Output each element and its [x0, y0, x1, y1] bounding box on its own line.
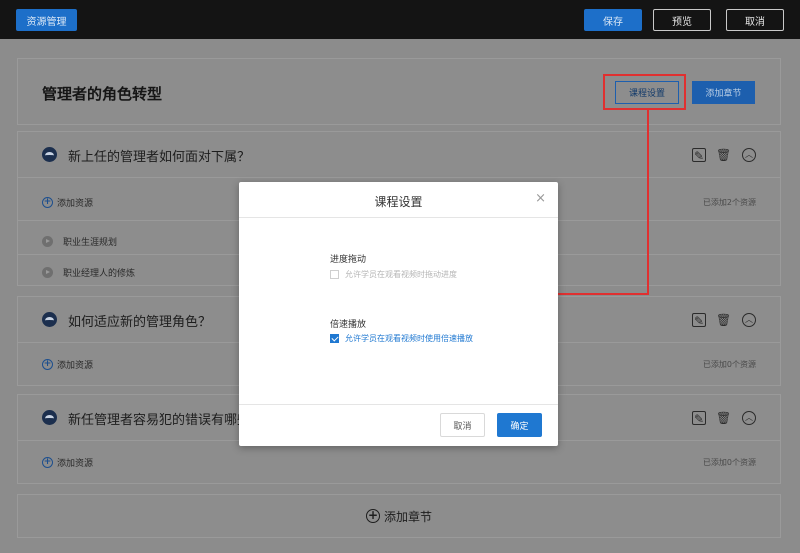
dialog-header: 课程设置 ×	[239, 182, 558, 218]
chapter-cap-icon	[42, 410, 57, 425]
annotation-line	[647, 110, 649, 294]
add-resource-link[interactable]: + 添加资源	[42, 456, 93, 469]
add-resource-link[interactable]: + 添加资源	[42, 196, 93, 209]
speed-section-label: 倍速播放	[330, 320, 367, 330]
trash-icon[interactable]: 🗑	[716, 313, 731, 327]
progress-drag-label: 允许学员在观看视频时拖动进度	[345, 270, 457, 279]
progress-drag-option[interactable]: 允许学员在观看视频时拖动进度	[330, 269, 457, 280]
preview-button[interactable]: 预览	[653, 9, 711, 31]
chapter-title: 新上任的管理者如何面对下属？	[68, 150, 251, 165]
resource-count: 已添加0个资源	[702, 458, 756, 467]
resource-item[interactable]: 职业生涯规划	[42, 235, 117, 248]
add-chapter-bottom-button[interactable]: + 添加章节	[17, 494, 781, 538]
edit-icon[interactable]: ✎	[692, 411, 706, 426]
annotation-line	[558, 293, 649, 295]
resource-count: 已添加0个资源	[702, 360, 756, 369]
play-icon	[42, 236, 53, 247]
course-title: 管理者的角色转型	[42, 85, 163, 103]
trash-icon[interactable]: 🗑	[716, 148, 731, 162]
add-resource-link[interactable]: + 添加资源	[42, 358, 93, 371]
chevron-up-icon[interactable]: ︿	[742, 313, 756, 327]
save-button[interactable]: 保存	[584, 9, 642, 31]
speed-play-option[interactable]: 允许学员在观看视频时使用倍速播放	[330, 333, 473, 344]
play-icon	[42, 267, 53, 278]
chapter-title: 新任管理者容易犯的错误有哪些？	[68, 413, 264, 428]
dialog-title: 课程设置	[374, 195, 423, 209]
speed-play-label: 允许学员在观看视频时使用倍速播放	[345, 334, 473, 343]
resource-item-label: 职业经理人的修炼	[63, 269, 136, 279]
chapter-title: 如何适应新的管理角色？	[68, 315, 212, 330]
resource-management-button[interactable]: 资源管理	[16, 9, 77, 31]
dialog-ok-button[interactable]: 确定	[497, 413, 542, 437]
cancel-button[interactable]: 取消	[726, 9, 784, 31]
chapter-cap-icon	[42, 147, 57, 162]
add-chapter-label: 添加章节	[383, 509, 432, 524]
trash-icon[interactable]: 🗑	[716, 411, 731, 425]
resource-item[interactable]: 职业经理人的修炼	[42, 266, 135, 279]
add-resource-label: 添加资源	[57, 199, 94, 209]
add-resource-label: 添加资源	[57, 361, 94, 371]
plus-circle-icon: +	[42, 457, 53, 468]
close-icon[interactable]: ×	[535, 191, 546, 206]
edit-icon[interactable]: ✎	[692, 313, 706, 328]
course-settings-dialog: 课程设置 × 进度拖动 允许学员在观看视频时拖动进度 倍速播放 允许学员在观看视…	[239, 182, 558, 446]
resource-count: 已添加2个资源	[702, 198, 756, 207]
dialog-divider	[239, 404, 558, 405]
highlight-box	[603, 74, 686, 110]
chapter-cap-icon	[42, 312, 57, 327]
chevron-up-icon[interactable]: ︿	[742, 411, 756, 425]
plus-circle-icon: +	[365, 508, 380, 523]
chapter-header: 新上任的管理者如何面对下属？ ✎ 🗑 ︿	[18, 132, 780, 178]
chevron-up-icon[interactable]: ︿	[742, 148, 756, 162]
edit-icon[interactable]: ✎	[692, 148, 706, 163]
plus-circle-icon: +	[42, 359, 53, 370]
dialog-cancel-button[interactable]: 取消	[440, 413, 485, 437]
speed-play-checkbox[interactable]	[330, 334, 339, 343]
resource-item-label: 职业生涯规划	[63, 238, 118, 248]
progress-section-label: 进度拖动	[330, 255, 367, 265]
top-toolbar: 资源管理 保存 预览 取消	[0, 0, 800, 39]
progress-drag-checkbox[interactable]	[330, 270, 339, 279]
plus-circle-icon: +	[42, 197, 53, 208]
add-chapter-button[interactable]: 添加章节	[692, 81, 755, 104]
add-resource-label: 添加资源	[57, 459, 94, 469]
